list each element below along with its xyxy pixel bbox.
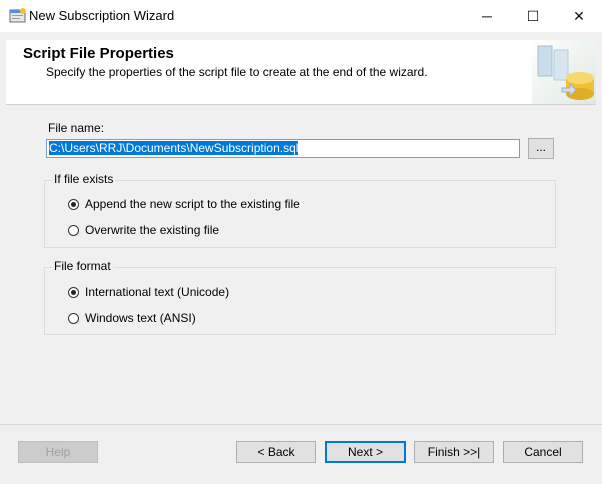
overwrite-radio-option[interactable]: Overwrite the existing file [68, 223, 219, 237]
finish-button[interactable]: Finish >>| [414, 441, 494, 463]
database-graphic-icon [532, 40, 596, 104]
append-radio-option[interactable]: Append the new script to the existing fi… [68, 197, 300, 211]
if-file-exists-legend: If file exists [52, 172, 116, 186]
wizard-header: Script File Properties Specify the prope… [6, 40, 596, 105]
maximize-button[interactable]: ☐ [510, 0, 556, 32]
append-radio-label[interactable]: Append the new script to the existing fi… [85, 197, 300, 211]
unicode-radio-option[interactable]: International text (Unicode) [68, 285, 229, 299]
if-file-exists-group [44, 180, 556, 248]
minimize-button[interactable]: ─ [464, 0, 510, 32]
overwrite-radio-label[interactable]: Overwrite the existing file [85, 223, 219, 237]
page-subtitle: Specify the properties of the script fil… [46, 65, 428, 79]
file-name-input[interactable]: C:\Users\RRJ\Documents\NewSubscription.s… [46, 139, 520, 158]
file-format-legend: File format [52, 259, 113, 273]
ansi-radio[interactable] [68, 312, 79, 324]
ansi-radio-label[interactable]: Windows text (ANSI) [85, 311, 196, 325]
window-title: New Subscription Wizard [29, 8, 175, 23]
page-title: Script File Properties [23, 45, 174, 62]
file-name-value: C:\Users\RRJ\Documents\NewSubscription.s… [49, 141, 299, 155]
append-radio[interactable] [68, 198, 79, 210]
title-bar: New Subscription Wizard ─ ☐ ✕ [0, 0, 602, 32]
unicode-radio[interactable] [68, 286, 79, 298]
cancel-button[interactable]: Cancel [503, 441, 583, 463]
file-name-label: File name: [48, 121, 105, 135]
wizard-app-icon [9, 8, 26, 23]
back-button[interactable]: < Back [236, 441, 316, 463]
unicode-radio-label[interactable]: International text (Unicode) [85, 285, 229, 299]
help-button[interactable]: Help [18, 441, 98, 463]
ansi-radio-option[interactable]: Windows text (ANSI) [68, 311, 196, 325]
next-button[interactable]: Next > [325, 441, 406, 463]
overwrite-radio[interactable] [68, 224, 79, 236]
footer-separator [0, 424, 602, 425]
close-button[interactable]: ✕ [556, 0, 602, 32]
browse-button[interactable]: ... [528, 138, 554, 159]
